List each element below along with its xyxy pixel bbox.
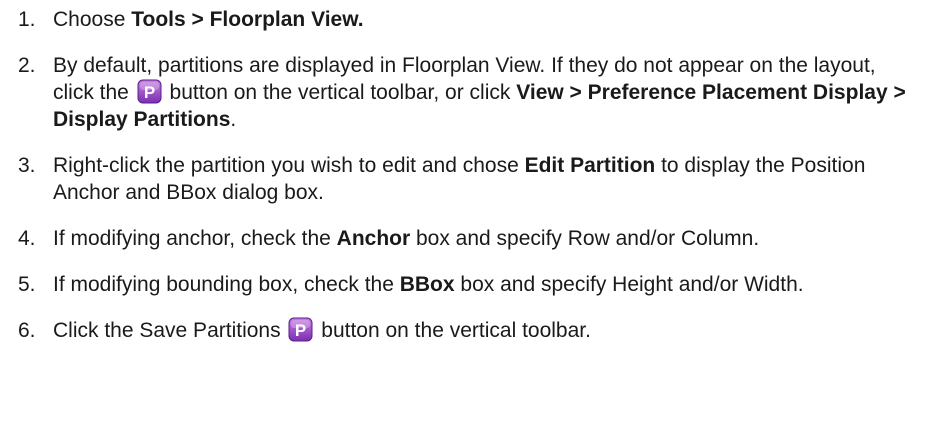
step-text: If modifying anchor, check the Anchor bo… [53,225,919,252]
step-item: 6. Click the Save Partitions P button on … [0,317,929,344]
step-item: 3. Right-click the partition you wish to … [0,152,929,206]
step-text-run: If modifying anchor, check the [53,227,337,250]
step-emphasis: Anchor [336,227,411,250]
step-number: 4. [18,227,36,250]
step-item: 2. By default, partitions are displayed i… [0,52,929,133]
partition-p-icon[interactable]: P [288,317,313,342]
step-number: 1. [18,8,36,31]
step-text-run: Click the Save Partitions [53,319,287,342]
step-item: 5. If modifying bounding box, check the B… [0,271,929,298]
step-text-run: Right-click the partition you wish to ed… [53,154,525,177]
step-text-run: button on the vertical toolbar. [315,319,591,342]
step-text-run: box and specify Height and/or Width. [454,273,804,296]
step-text: By default, partitions are displayed in … [53,52,919,133]
step-text-run: . [230,108,237,131]
step-text: Right-click the partition you wish to ed… [53,152,919,206]
partition-p-icon[interactable]: P [137,79,162,104]
step-emphasis: Tools > Floorplan View. [131,8,364,31]
step-number: 6. [18,319,36,342]
step-item: 1. Choose Tools > Floorplan View. [0,6,929,33]
step-text: Click the Save Partitions P button on th… [53,317,919,344]
step-text: If modifying bounding box, check the BBo… [53,271,919,298]
step-number: 5. [18,273,36,296]
svg-text:P: P [144,83,155,102]
step-text-run: Choose [53,8,132,31]
svg-text:P: P [295,321,306,340]
instruction-steps: 1. Choose Tools > Floorplan View. 2. By def… [0,0,929,344]
step-item: 4. If modifying anchor, check the Anchor … [0,225,929,252]
step-emphasis: BBox [399,273,455,296]
step-number: 2. [18,54,36,77]
step-number: 3. [18,154,36,177]
step-text: Choose Tools > Floorplan View. [53,6,919,33]
step-text-run: box and specify Row and/or Column. [410,227,760,250]
step-emphasis: Edit Partition [524,154,656,177]
step-text-run: button on the vertical toolbar, or click [163,81,517,104]
step-text-run: If modifying bounding box, check the [53,273,400,296]
